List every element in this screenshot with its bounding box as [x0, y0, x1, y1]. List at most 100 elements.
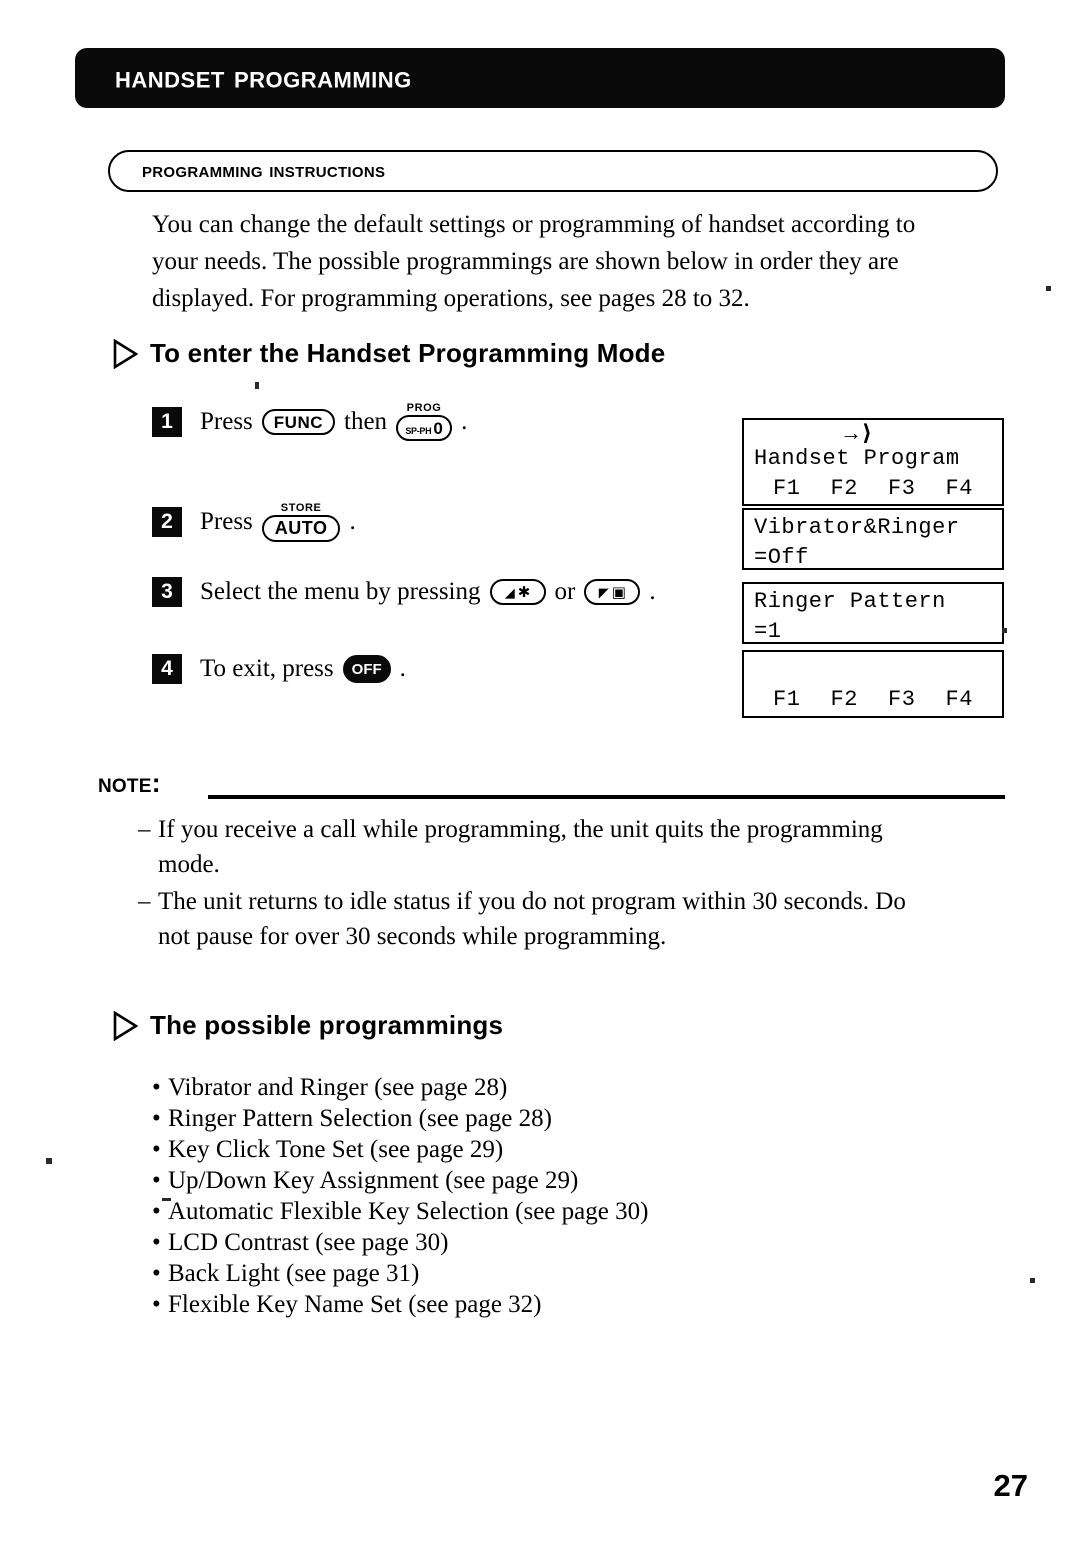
prog-key-digit: 0 — [433, 418, 443, 438]
note-2-line-1: The unit returns to idle status if you d… — [158, 888, 906, 915]
list-item-label: Key Click Tone Set (see page 29) — [168, 1136, 504, 1163]
intro-line-3: displayed. For programming operations, s… — [152, 285, 750, 312]
intro-paragraph: You can change the default settings or p… — [152, 206, 997, 317]
scan-speckle — [46, 1158, 52, 1164]
note-item-body: The unit returns to idle status if you d… — [158, 884, 906, 954]
bullet-dot-icon: • — [152, 1291, 161, 1318]
lcd-forward-arrow-icon: →⟩ — [839, 420, 873, 445]
step-3-text-middle: or — [554, 578, 576, 605]
step-2: 2 Press STORE AUTO . — [152, 501, 356, 542]
step-2-text: Press STORE AUTO . — [200, 501, 356, 542]
auto-store-key-glyph[interactable]: STORE AUTO — [261, 501, 341, 542]
list-item: • Automatic Flexible Key Selection (see … — [152, 1196, 648, 1227]
star-key-sym-1: ◢ — [504, 584, 515, 600]
bullet-dot-icon: • — [152, 1229, 161, 1256]
list-item-label: Flexible Key Name Set (see page 32) — [168, 1291, 542, 1318]
lcd-4-fkey-3: F3 — [888, 687, 916, 712]
prog-key-glyph[interactable]: PROG SP-PH 0 — [396, 402, 453, 441]
heading-enter-programming-mode-label: To enter the Handset Programming Mode — [150, 338, 666, 368]
step-1-period: . — [461, 408, 468, 435]
list-item-label: Up/Down Key Assignment (see page 29) — [168, 1167, 579, 1194]
bullet-dot-icon: • — [152, 1167, 161, 1194]
intro-line-2: your needs. The possible programmings ar… — [152, 248, 899, 275]
note-label: Note: — [98, 768, 161, 798]
scan-speckle — [1030, 1278, 1035, 1283]
lcd-3-line-1: Ringer Pattern — [754, 589, 946, 614]
lcd-4-fkey-4: F4 — [945, 687, 973, 712]
scan-speckle — [1002, 628, 1007, 633]
auto-key-label: AUTO — [261, 514, 341, 542]
step-3-period: . — [649, 578, 656, 605]
step-4-text: To exit, press OFF . — [200, 655, 406, 683]
step-4-period: . — [399, 655, 406, 682]
scan-speckle — [162, 1198, 171, 1201]
step-1-text: Press FUNC then PROG SP-PH 0 . — [200, 403, 467, 441]
bullet-dot-icon: • — [152, 1260, 161, 1287]
note-1-line-1: If you receive a call while programming,… — [158, 816, 883, 843]
note-rule-divider — [208, 795, 1005, 799]
note-dash-icon: – — [138, 816, 151, 843]
lcd-1-fkey-3: F3 — [888, 476, 916, 501]
step-4: 4 To exit, press OFF . — [152, 652, 406, 686]
lcd-2-line-1: Vibrator&Ringer — [754, 515, 960, 540]
lcd-4-fkey-1: F1 — [773, 687, 801, 712]
triangle-right-outline-icon — [113, 338, 138, 369]
heading-enter-programming-mode: To enter the Handset Programming Mode — [112, 338, 665, 369]
list-item: • Key Click Tone Set (see page 29) — [152, 1134, 648, 1165]
lcd-1-function-keys: F1 F2 F3 F4 — [754, 474, 992, 504]
heading-possible-programmings-label: The possible programmings — [150, 1010, 504, 1040]
step-3-number: 3 — [152, 577, 182, 607]
list-item: • Ringer Pattern Selection (see page 28) — [152, 1103, 648, 1134]
intro-line-1: You can change the default settings or p… — [152, 211, 916, 238]
store-key-caption: STORE — [280, 501, 322, 514]
list-item-label: Back Light (see page 31) — [168, 1260, 420, 1287]
prog-key-sp-label: SP-PH — [405, 425, 432, 436]
off-key-glyph[interactable]: OFF — [342, 655, 391, 683]
note-item: – The unit returns to idle status if you… — [138, 884, 1008, 954]
list-item: • Back Light (see page 31) — [152, 1258, 648, 1289]
hash-key-sym-1: ◤ — [598, 584, 609, 600]
lcd-1-line-1: Handset Program — [754, 446, 960, 471]
section-heading-box: Programming Instructions — [108, 150, 998, 192]
lcd-1-fkey-2: F2 — [830, 476, 858, 501]
list-item: • Up/Down Key Assignment (see page 29) — [152, 1165, 648, 1196]
note-items: – If you receive a call while programmin… — [138, 812, 1008, 956]
step-1-text-before: Press — [200, 408, 253, 435]
note-dash-icon: – — [138, 888, 151, 915]
func-key-glyph[interactable]: FUNC — [261, 409, 336, 435]
document-page: Handset Programming Programming Instruct… — [0, 0, 1080, 1552]
bullet-dot-icon: • — [152, 1074, 161, 1101]
step-3-text-before: Select the menu by pressing — [200, 578, 481, 605]
step-2-number: 2 — [152, 507, 182, 537]
hash-key-sym-2: ▣ — [611, 583, 626, 601]
lcd-screen-vibrator-ringer: Vibrator&Ringer =Off — [742, 508, 1004, 570]
step-3: 3 Select the menu by pressing ◢ ✱ or ◤ ▣… — [152, 575, 656, 609]
prog-key-caption: PROG — [406, 402, 442, 414]
lcd-2-line-2: =Off — [754, 545, 809, 570]
bullet-dot-icon: • — [152, 1136, 161, 1163]
lcd-1-fkey-4: F4 — [945, 476, 973, 501]
bullet-dot-icon: • — [152, 1105, 161, 1132]
step-4-text-before: To exit, press — [200, 655, 334, 682]
lcd-screen-function-keys: F1 F2 F3 F4 — [742, 650, 1004, 718]
scan-speckle — [255, 382, 259, 389]
lcd-3-line-2: =1 — [754, 619, 782, 644]
list-item: • Vibrator and Ringer (see page 28) — [152, 1072, 648, 1103]
star-key-glyph[interactable]: ◢ ✱ — [489, 579, 546, 605]
page-number: 27 — [993, 1468, 1028, 1503]
lcd-4-function-keys: F1 F2 F3 F4 — [754, 685, 992, 715]
triangle-right-outline-icon — [113, 1010, 138, 1041]
step-2-text-before: Press — [200, 508, 253, 535]
step-3-text: Select the menu by pressing ◢ ✱ or ◤ ▣ . — [200, 578, 656, 606]
list-item: • LCD Contrast (see page 30) — [152, 1227, 648, 1258]
page-header-bar: Handset Programming — [75, 48, 1005, 108]
scan-speckle — [1046, 286, 1051, 291]
star-key-sym-2: ✱ — [517, 583, 531, 601]
heading-possible-programmings: The possible programmings — [112, 1010, 503, 1041]
programmings-list: • Vibrator and Ringer (see page 28) • Ri… — [152, 1072, 648, 1320]
lcd-4-fkey-2: F2 — [830, 687, 858, 712]
hash-key-glyph[interactable]: ◤ ▣ — [584, 579, 641, 605]
section-heading-label: Programming Instructions — [142, 156, 386, 182]
lcd-screen-handset-program: →⟩ Handset Program F1 F2 F3 F4 — [742, 418, 1004, 506]
list-item-label: LCD Contrast (see page 30) — [168, 1229, 449, 1256]
